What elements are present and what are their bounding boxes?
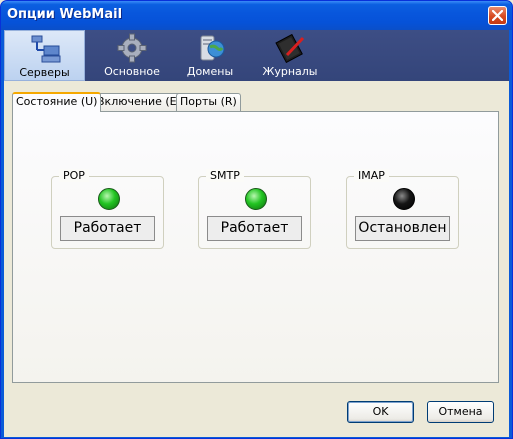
servers-icon — [28, 34, 62, 64]
tab-ports[interactable]: Порты (R) — [176, 93, 241, 111]
tab-enable[interactable]: Включение (E) — [93, 93, 185, 111]
dialog-client-area: Серверы Основное Домены Журналы Состояни… — [4, 30, 509, 437]
toolbar-label-domains: Домены — [186, 65, 234, 78]
toolbar-item-logs[interactable]: Журналы — [254, 30, 326, 81]
title-bar[interactable]: Опции WebMail — [1, 1, 512, 30]
toolbar-item-general[interactable]: Основное — [93, 30, 171, 81]
group-title: SMTP — [206, 169, 244, 182]
group-title: POP — [59, 169, 89, 182]
status-tab-page: POP Работает SMTP Работает IMAP Остановл… — [12, 111, 499, 383]
imap-group: IMAP Остановлен — [346, 169, 459, 249]
status-led-icon — [245, 188, 267, 210]
toolbar-item-domains[interactable]: Домены — [174, 30, 246, 81]
category-toolbar: Серверы Основное Домены Журналы — [4, 30, 509, 81]
pop-group: POP Работает — [51, 169, 164, 249]
toolbar-label-servers: Серверы — [19, 66, 70, 79]
logs-icon — [273, 33, 307, 64]
smtp-group: SMTP Работает — [198, 169, 311, 249]
status-value: Работает — [60, 216, 155, 241]
status-value: Остановлен — [355, 216, 450, 241]
toolbar-item-servers[interactable]: Серверы — [4, 30, 85, 81]
status-led-icon — [393, 188, 415, 210]
toolbar-label-logs: Журналы — [262, 65, 318, 78]
window-title: Опции WebMail — [7, 7, 123, 22]
domains-icon — [193, 33, 227, 63]
close-icon — [492, 10, 503, 21]
tab-panel: Состояние (U) Включение (E) Порты (R) PO… — [12, 92, 499, 383]
cancel-button[interactable]: Отмена — [427, 401, 494, 423]
status-led-icon — [98, 188, 120, 210]
group-title: IMAP — [354, 169, 389, 182]
gear-icon — [115, 33, 149, 63]
options-window: Опции WebMail Серверы Основное Домены Жу… — [0, 0, 513, 439]
status-value: Работает — [207, 216, 302, 241]
ok-button[interactable]: OK — [347, 401, 414, 423]
toolbar-label-general: Основное — [104, 65, 160, 78]
tab-status[interactable]: Состояние (U) — [12, 92, 102, 112]
close-button[interactable] — [488, 6, 507, 25]
